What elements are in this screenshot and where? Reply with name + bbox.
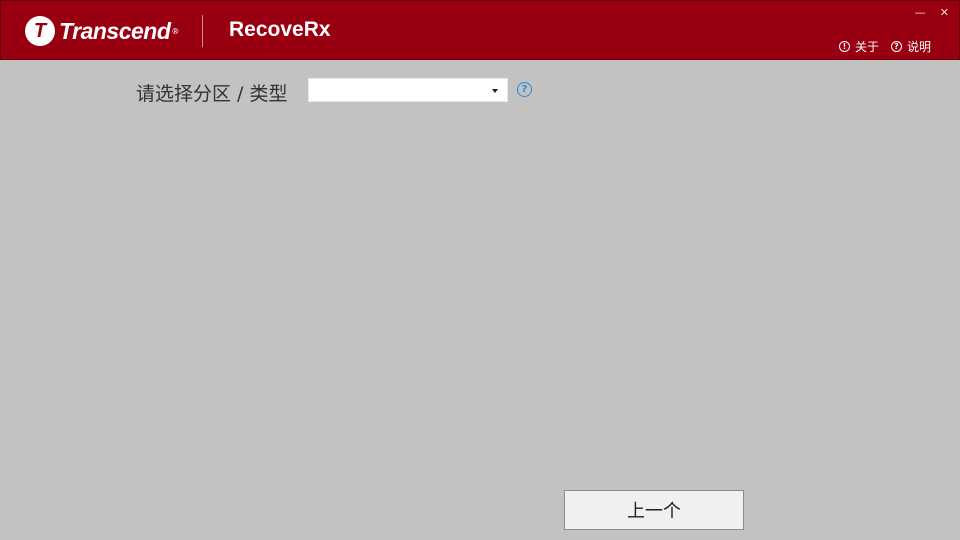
help-link[interactable]: ? 说明 [890,38,931,55]
back-button[interactable]: 上一个 [564,490,744,530]
registered-mark: ® [171,26,180,36]
header-divider [202,15,203,47]
app-header: T Transcend ® RecoveRx — ✕ ! 关于 ? 说明 [0,0,960,60]
close-button[interactable]: ✕ [940,3,949,23]
transcend-logo: T Transcend ® [25,16,179,46]
chevron-down-icon[interactable] [492,89,498,93]
app-title: RecoveRx [229,18,331,41]
transcend-logo-mark: T [25,16,55,46]
help-link-label: 说明 [906,40,931,54]
partition-type-dropdown[interactable] [308,78,508,102]
brand-name: Transcend [59,17,171,44]
about-link-label: 关于 [854,40,879,54]
info-icon: ! [838,41,850,52]
window-controls: — ✕ [915,3,949,23]
about-link[interactable]: ! 关于 [838,38,879,55]
partition-type-label: 请选择分区 / 类型 [136,83,288,105]
logo-mark-letter: T [33,20,47,42]
help-icon: ? [890,41,902,52]
question-help-icon[interactable]: ? [517,82,532,97]
header-links: ! 关于 ? 说明 [838,38,931,55]
minimize-button[interactable]: — [915,3,926,23]
